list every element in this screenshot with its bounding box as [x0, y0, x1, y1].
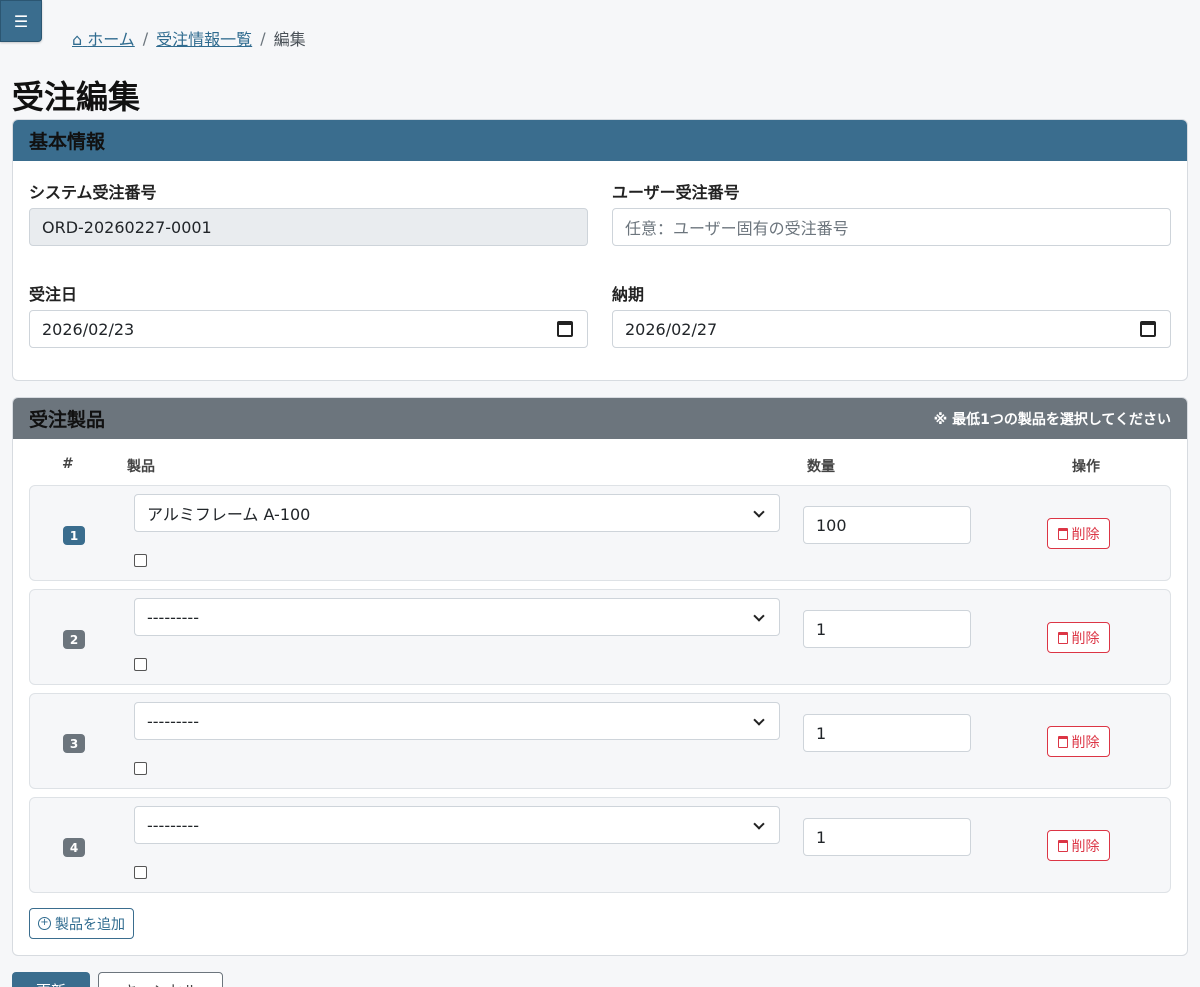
page-title: 受注編集	[12, 78, 141, 116]
products-header: 受注製品 ※ 最低1つの製品を選択してください	[13, 398, 1187, 439]
delete-row-button[interactable]: 削除	[1047, 622, 1110, 653]
chevron-down-icon	[753, 506, 765, 518]
order-date-input[interactable]: 2026/02/23	[29, 310, 588, 348]
quantity-input[interactable]: 1	[803, 610, 971, 648]
add-product-button[interactable]: + 製品を追加	[29, 908, 134, 939]
chevron-down-icon	[753, 818, 765, 830]
cancel-button[interactable]: キャンセル	[98, 972, 223, 987]
plus-circle-icon: +	[38, 917, 51, 930]
table-row: 2 --------- 1 削除	[29, 589, 1171, 685]
table-row: 3 --------- 1 削除	[29, 693, 1171, 789]
row-index-badge: 2	[63, 630, 85, 649]
column-header-quantity: 数量	[807, 459, 835, 475]
trash-icon	[1057, 839, 1068, 852]
trash-icon	[1057, 735, 1068, 748]
chevron-down-icon	[753, 610, 765, 622]
row-index-badge: 1	[63, 526, 85, 545]
breadcrumb-list-link[interactable]: 受注情報一覧	[156, 26, 252, 50]
menu-toggle-button[interactable]: ☰	[0, 0, 42, 42]
trash-icon	[1057, 527, 1068, 540]
row-checkbox[interactable]	[134, 658, 147, 671]
row-index-badge: 4	[63, 838, 85, 857]
user-order-no-input[interactable]: 任意：ユーザー固有の受注番号	[612, 208, 1171, 246]
quantity-input[interactable]: 1	[803, 818, 971, 856]
row-checkbox[interactable]	[134, 866, 147, 879]
basic-info-card: 基本情報 システム受注番号 ORD-20260227-0001 ユーザー受注番号…	[12, 119, 1188, 381]
row-checkbox[interactable]	[134, 762, 147, 775]
product-select[interactable]: アルミフレーム A-100	[134, 494, 780, 532]
column-header-product: 製品	[127, 459, 155, 475]
column-header-index: #	[62, 456, 74, 472]
delivery-date-label: 納期	[612, 285, 645, 304]
calendar-icon[interactable]	[557, 321, 573, 337]
row-checkbox[interactable]	[134, 554, 147, 567]
product-select[interactable]: ---------	[134, 806, 780, 844]
delete-row-button[interactable]: 削除	[1047, 726, 1110, 757]
products-card: 受注製品 ※ 最低1つの製品を選択してください # 製品 数量 操作 1 アルミ…	[12, 397, 1188, 956]
system-order-no-label: システム受注番号	[29, 183, 157, 202]
quantity-input[interactable]: 100	[803, 506, 971, 544]
user-order-no-label: ユーザー受注番号	[612, 183, 740, 202]
breadcrumb-home-link[interactable]: ⌂ ホーム	[72, 26, 135, 50]
table-row: 4 --------- 1 削除	[29, 797, 1171, 893]
delete-row-button[interactable]: 削除	[1047, 830, 1110, 861]
breadcrumb: ⌂ ホーム / 受注情報一覧 / 編集	[72, 26, 306, 50]
home-icon: ⌂	[72, 30, 83, 49]
delete-row-button[interactable]: 削除	[1047, 518, 1110, 549]
hamburger-icon: ☰	[13, 11, 29, 31]
product-select[interactable]: ---------	[134, 598, 780, 636]
breadcrumb-separator: /	[260, 28, 266, 48]
products-note: ※ 最低1つの製品を選択してください	[933, 411, 1171, 428]
product-select[interactable]: ---------	[134, 702, 780, 740]
column-header-action: 操作	[1072, 459, 1100, 475]
breadcrumb-separator: /	[142, 28, 149, 48]
chevron-down-icon	[753, 714, 765, 726]
order-date-label: 受注日	[29, 285, 78, 304]
table-row: 1 アルミフレーム A-100 100 削除	[29, 485, 1171, 581]
basic-info-title: 基本情報	[29, 131, 106, 153]
save-button[interactable]: 更新	[12, 972, 90, 987]
breadcrumb-current: 編集	[273, 30, 306, 49]
delivery-date-input[interactable]: 2026/02/27	[612, 310, 1171, 348]
row-index-badge: 3	[63, 734, 85, 753]
system-order-no-field: ORD-20260227-0001	[29, 208, 588, 246]
calendar-icon[interactable]	[1140, 321, 1156, 337]
basic-info-header: 基本情報	[13, 120, 1187, 161]
products-title: 受注製品	[29, 409, 106, 431]
trash-icon	[1057, 631, 1068, 644]
quantity-input[interactable]: 1	[803, 714, 971, 752]
